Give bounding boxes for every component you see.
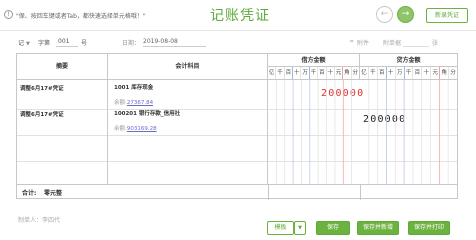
credit-amount[interactable]: 200000 <box>363 114 406 125</box>
unit-label: 千 <box>369 67 378 79</box>
unit-label: 十 <box>327 67 335 79</box>
template-dropdown-button[interactable]: ▼ <box>294 221 306 235</box>
unit-label: 千 <box>276 67 285 79</box>
voucher-word-select[interactable]: 记 ▼ <box>18 38 30 47</box>
unit-label: 十 <box>387 67 396 79</box>
account-header: 会计科目 <box>108 54 268 80</box>
next-voucher-button[interactable]: → <box>397 6 414 23</box>
save-button[interactable]: 保存 <box>316 221 350 235</box>
total-amount-words: 零元整 <box>44 190 63 197</box>
summary-cell[interactable] <box>17 132 108 161</box>
unit-label: 百 <box>285 67 294 79</box>
account-balance: 余额:27367.84 <box>114 100 154 106</box>
maker-info: 制单人：李四代 <box>18 217 61 224</box>
number-suffix: 号 <box>81 40 88 47</box>
voucher-table: 摘要 会计科目 借方金额 贷方金额 亿 千 百 十 万 千 百 十 元 角 分 … <box>16 53 458 200</box>
account-cell[interactable]: 1001 库存现金 余额:27367.84 <box>108 80 268 109</box>
unit-label: 元 <box>335 67 344 79</box>
unit-label: 百 <box>378 67 387 79</box>
account-name: 1001 库存现金 <box>114 85 154 91</box>
total-divider <box>268 185 269 200</box>
prev-voucher-button[interactable]: ← <box>376 6 393 23</box>
account-name: 100201 银行存款_信用社 <box>114 111 181 117</box>
unit-label: 万 <box>396 67 405 79</box>
unit-label: 十 <box>293 67 302 79</box>
unit-label: 角 <box>440 67 450 79</box>
summary-cell[interactable]: 调整6月17#凭证 <box>17 106 108 135</box>
account-cell[interactable]: 100201 银行存款_信用社 余额:903169.28 <box>108 106 268 135</box>
paperclip-icon[interactable]: ⌗ <box>350 38 353 46</box>
unit-label: 亿 <box>360 67 369 79</box>
credit-unit-header: 亿 千 百 十 万 千 百 十 元 角 分 <box>360 67 457 80</box>
unit-label: 万 <box>301 67 310 79</box>
account-balance: 余额:903169.28 <box>114 126 157 132</box>
info-icon: ! <box>4 10 13 19</box>
account-cell[interactable] <box>108 132 268 161</box>
page-title: 记账凭证 <box>210 8 270 24</box>
date-label: 日期： <box>122 40 141 47</box>
unit-label: 百 <box>318 67 327 79</box>
summary-cell[interactable]: 调整6月17#凭证 <box>17 80 108 109</box>
attachment-button[interactable]: 附件 <box>357 38 369 47</box>
attachment-count-label: 附单据 <box>383 40 402 47</box>
save-and-print-button[interactable]: 保存并打印 <box>408 221 450 235</box>
total-label: 合计: <box>22 190 37 197</box>
unit-label: 元 <box>431 67 441 79</box>
unit-label: 亿 <box>268 67 277 79</box>
summary-header: 摘要 <box>17 54 108 80</box>
debit-header: 借方金额 <box>268 54 360 67</box>
unit-label: 角 <box>343 67 352 79</box>
voucher-info-row: 记 ▼ 字第 001 号 日期： 2019-08-08 ⌗ 附件 附单据 张 <box>0 34 476 50</box>
unit-label: 分 <box>450 70 456 76</box>
credit-header: 贷方金额 <box>360 54 457 67</box>
attachment-unit: 张 <box>432 40 439 47</box>
attachment-count-input[interactable] <box>403 36 429 47</box>
total-divider <box>360 185 361 200</box>
chevron-down-icon: ▼ <box>26 41 30 47</box>
debit-unit-header: 亿 千 百 十 万 千 百 十 元 角 分 <box>268 67 360 80</box>
unit-label: 千 <box>405 67 414 79</box>
chevron-down-icon: ▼ <box>298 225 302 231</box>
number-label: 字第 <box>38 40 51 47</box>
save-and-new-button[interactable]: 保存并新增 <box>357 221 399 235</box>
table-row <box>17 158 457 184</box>
new-voucher-button[interactable]: 新录凭证 <box>426 8 468 23</box>
keyboard-tip: "保、按回车键或者Tab，都快速选择单元格哦！" <box>16 13 146 20</box>
template-button[interactable]: 模板 <box>267 221 294 235</box>
header-divider <box>0 30 476 31</box>
unit-label: 分 <box>352 70 359 76</box>
unit-label: 百 <box>413 67 423 79</box>
account-cell[interactable] <box>108 158 268 184</box>
voucher-number-input[interactable]: 001 <box>56 36 78 47</box>
unit-label: 千 <box>310 67 319 79</box>
unit-label: 十 <box>422 67 432 79</box>
debit-amount[interactable]: 200000 <box>321 88 364 99</box>
summary-cell[interactable] <box>17 158 108 184</box>
voucher-topbar: ! "保、按回车键或者Tab，都快速选择单元格哦！" 记账凭证 ← → 新录凭证 <box>0 0 476 30</box>
total-row: 合计: 零元整 <box>17 184 457 200</box>
date-input[interactable]: 2019-08-08 <box>143 36 206 47</box>
